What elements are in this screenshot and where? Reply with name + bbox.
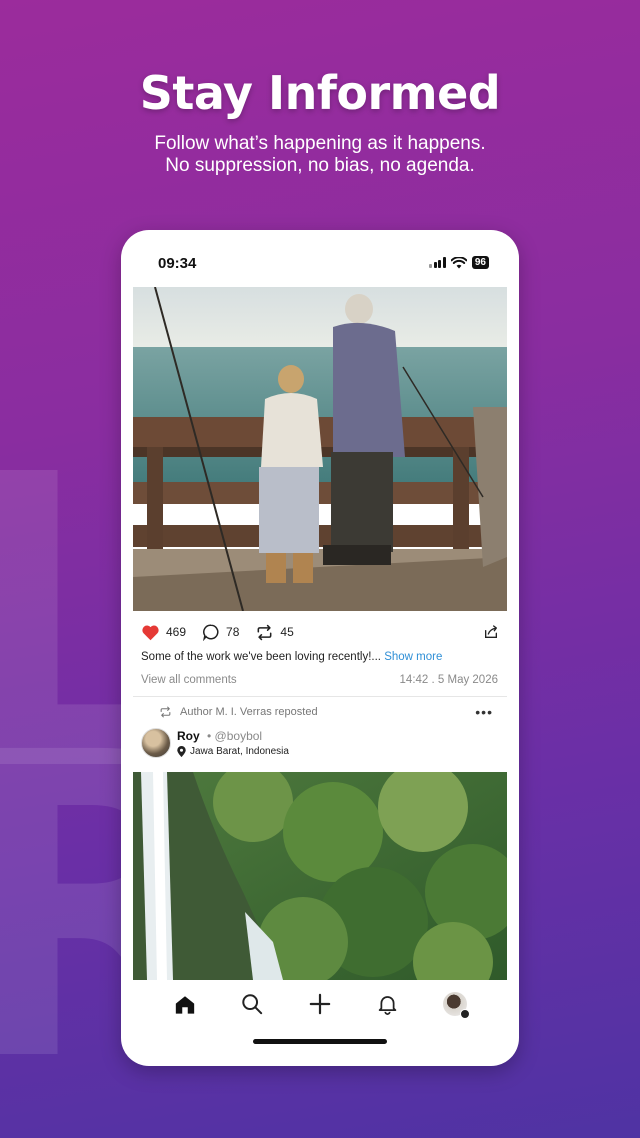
post-timestamp: 14:42 . 5 May 2026 xyxy=(399,674,498,686)
comment-count: 78 xyxy=(226,625,240,639)
post-actions: 469 78 45 xyxy=(141,621,499,643)
tab-notifications[interactable] xyxy=(374,990,402,1018)
waterfall-photo-image xyxy=(133,772,507,980)
more-icon[interactable]: ••• xyxy=(475,704,493,720)
comment-button[interactable]: 78 xyxy=(202,623,239,641)
author-handle-text: @boybol xyxy=(214,729,263,743)
battery-icon: 96 xyxy=(471,256,489,269)
tab-home[interactable] xyxy=(171,990,199,1018)
status-bar: 09:34 96 xyxy=(121,252,519,272)
tab-search[interactable] xyxy=(238,990,266,1018)
plus-icon xyxy=(309,993,331,1015)
author-location: Jawa Barat, Indonesia xyxy=(177,746,289,757)
post-divider xyxy=(133,696,507,697)
phone-mockup: 09:34 96 469 78 45 Some of the work we'v… xyxy=(121,230,519,1066)
status-time: 09:34 xyxy=(158,255,197,272)
like-count: 469 xyxy=(166,625,187,639)
fishing-photo-image xyxy=(133,287,507,611)
post-caption: Some of the work we've been loving recen… xyxy=(141,651,442,663)
repost-small-icon xyxy=(160,706,171,718)
repost-button[interactable]: 45 xyxy=(255,624,294,641)
promo-subline: Follow what’s happening as it happens. N… xyxy=(0,133,640,177)
heart-icon xyxy=(142,625,159,640)
search-icon xyxy=(242,994,263,1015)
comment-icon xyxy=(203,624,219,641)
status-icons: 96 xyxy=(429,256,489,269)
show-more-link[interactable]: Show more xyxy=(384,651,442,663)
wifi-icon xyxy=(450,256,467,268)
author-avatar[interactable] xyxy=(141,728,171,758)
bottom-tab-bar xyxy=(121,982,519,1026)
share-button[interactable] xyxy=(483,624,499,640)
post-meta-row: View all comments 14:42 . 5 May 2026 xyxy=(141,674,498,686)
view-comments-link[interactable]: View all comments xyxy=(141,674,237,686)
post-photo-fishing[interactable] xyxy=(133,287,507,611)
repost-header: Author M. I. Verras reposted ••• xyxy=(159,704,493,720)
repost-count: 45 xyxy=(280,625,294,639)
caption-text: Some of the work we've been loving recen… xyxy=(141,651,381,663)
author-name[interactable]: Roy xyxy=(177,729,200,743)
post-photo-waterfall[interactable] xyxy=(133,772,507,980)
profile-avatar xyxy=(443,992,471,1019)
home-indicator[interactable] xyxy=(253,1039,387,1044)
repost-icon xyxy=(257,624,272,640)
bell-icon xyxy=(378,996,397,1015)
signal-icon xyxy=(429,257,446,268)
promo-subline-2: No suppression, no bias, no agenda. xyxy=(165,155,475,176)
author-handle: • @boybol xyxy=(207,729,263,743)
promo-subline-1: Follow what’s happening as it happens. xyxy=(154,133,486,154)
tab-create[interactable] xyxy=(306,990,334,1018)
post-author: Roy • @boybol Jawa Barat, Indonesia xyxy=(141,728,499,762)
profile-badge-icon xyxy=(460,1009,471,1019)
tab-profile[interactable] xyxy=(441,990,471,1019)
promo-headline: Stay Informed xyxy=(139,66,501,120)
home-icon xyxy=(175,995,194,1014)
repost-label: Author M. I. Verras reposted xyxy=(180,706,318,718)
share-icon xyxy=(485,625,497,638)
like-button[interactable]: 469 xyxy=(141,624,186,641)
location-pin-icon xyxy=(177,746,186,757)
location-text: Jawa Barat, Indonesia xyxy=(190,746,289,757)
